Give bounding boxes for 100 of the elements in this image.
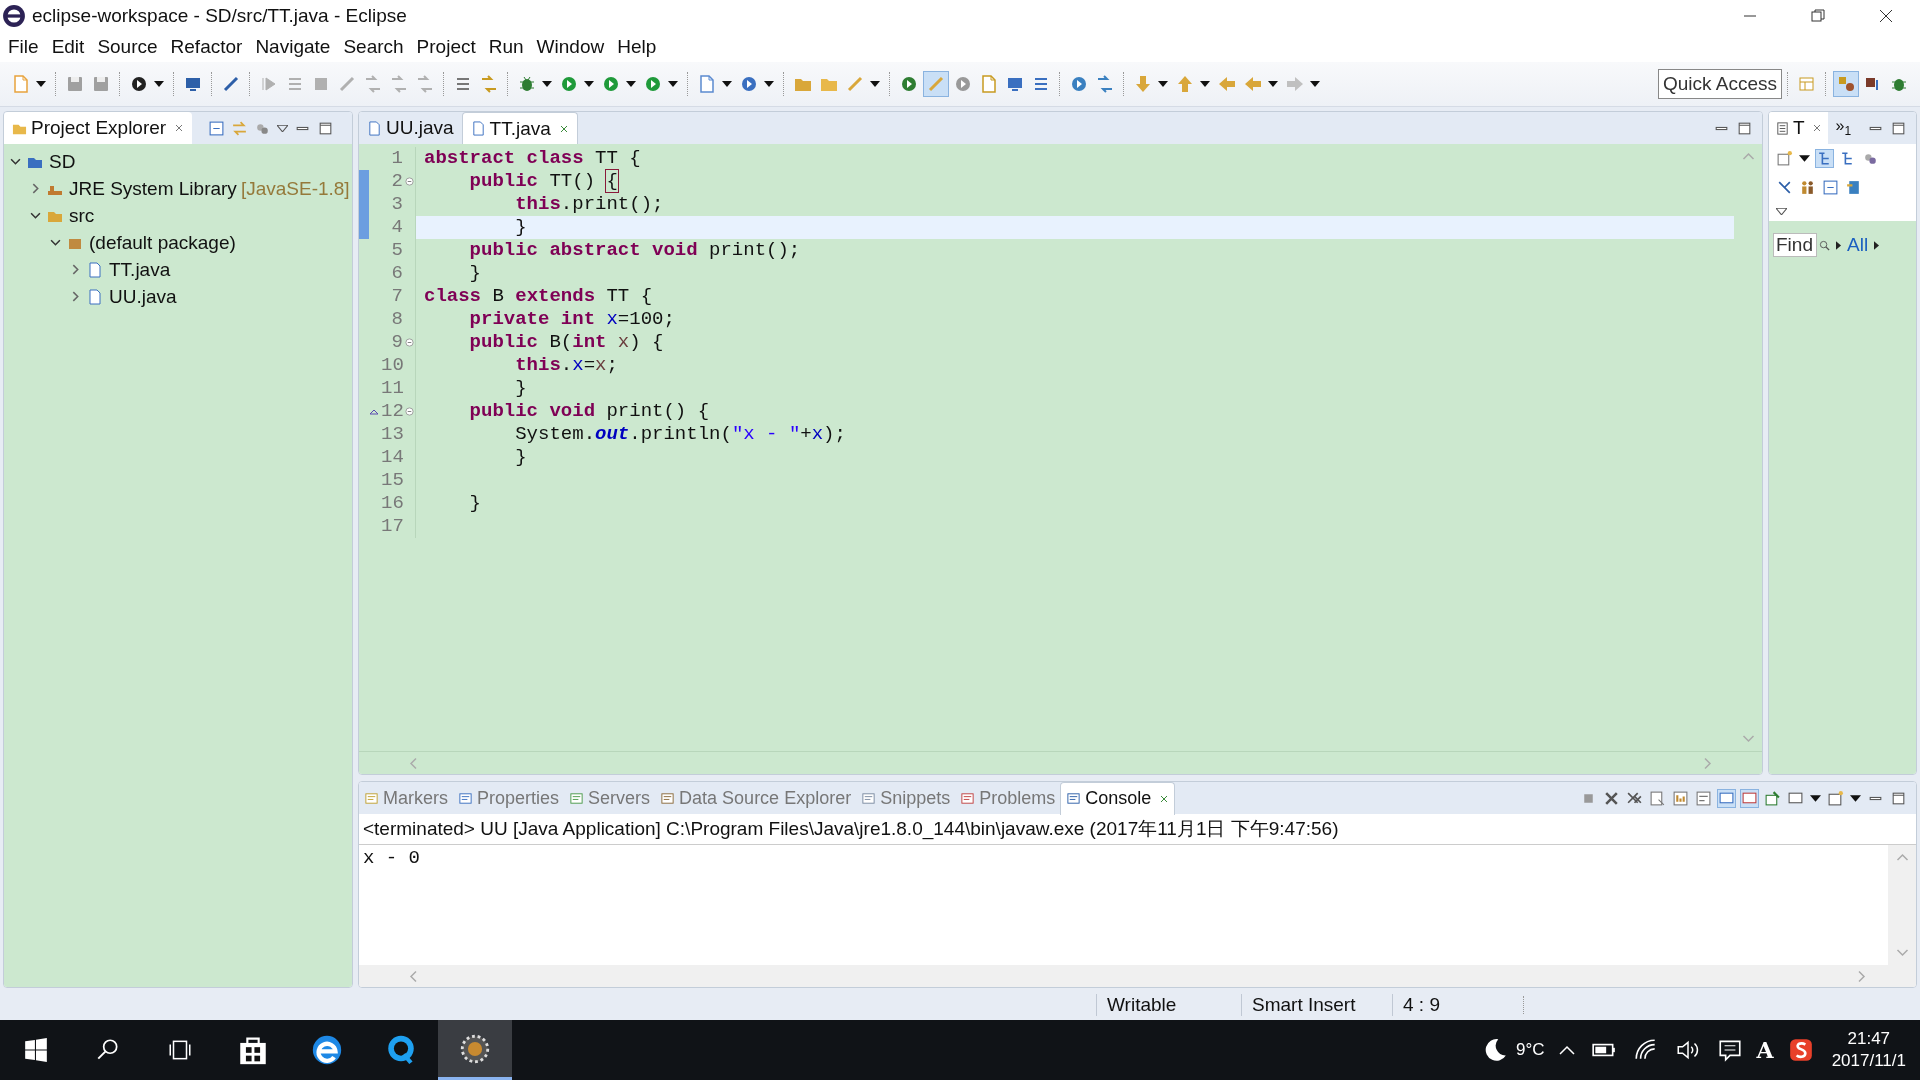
new-task-icon[interactable] [1776, 150, 1793, 167]
tree-item[interactable]: src [69, 204, 95, 227]
dropdown-caret-icon[interactable] [1200, 81, 1210, 87]
line-number: 16 [381, 492, 403, 515]
menu-item[interactable]: Edit [51, 34, 94, 60]
dropdown-caret-icon[interactable] [36, 81, 46, 87]
menu-item[interactable]: Help [617, 34, 666, 60]
dropdown-caret-icon[interactable] [1850, 794, 1861, 802]
line-number: 15 [381, 469, 403, 492]
dropdown-caret-icon[interactable] [1810, 794, 1821, 802]
view-tab[interactable]: Data Source Explorer [655, 782, 857, 814]
dropdown-caret-icon[interactable] [584, 81, 594, 87]
outline-tab[interactable]: T [1769, 112, 1828, 144]
fold-toggle-icon[interactable] [404, 338, 414, 347]
code-line: } [514, 216, 527, 239]
expander-icon[interactable] [10, 156, 21, 167]
view-tab[interactable]: Properties [453, 782, 565, 814]
all-link[interactable]: All [1847, 234, 1869, 256]
view-tab[interactable]: Problems [955, 782, 1061, 814]
view-tab[interactable]: Servers [564, 782, 656, 814]
view-tab[interactable]: Console [1060, 782, 1176, 815]
tree-item[interactable]: (default package) [89, 231, 236, 254]
line-number: 13 [381, 423, 403, 446]
close-icon[interactable] [558, 123, 569, 134]
menu-item[interactable]: File [8, 34, 48, 60]
code-line: class B extends TT { [423, 285, 653, 308]
line-number: 14 [381, 446, 403, 469]
editor-tab[interactable]: TT.java [461, 112, 578, 145]
line-number: 3 [390, 193, 403, 216]
menu-item[interactable]: Source [97, 34, 167, 60]
expander-icon[interactable] [50, 237, 61, 248]
expander-icon[interactable] [70, 264, 81, 275]
dropdown-caret-icon[interactable] [542, 81, 552, 87]
input-method-indicator[interactable]: A [1756, 1037, 1774, 1063]
console-process-label: <terminated> UU [Java Application] C:\Program Files\Java\jre1.8.0_144\bin\javaw.exe (2017年11月1日 下午9:47:56) [363, 818, 1339, 839]
dropdown-caret-icon[interactable] [1268, 81, 1278, 87]
word-wrap-icon[interactable] [1695, 789, 1712, 807]
menu-item[interactable]: Search [343, 34, 413, 60]
view-tab[interactable]: Markers [359, 782, 453, 814]
people-icon[interactable] [1799, 179, 1816, 196]
line-number: 7 [390, 285, 403, 308]
window-title: eclipse-workspace - SD/src/TT.java - Eclipse [32, 5, 407, 27]
status-field: 4 : 9 [1392, 994, 1523, 1016]
weather-temperature[interactable]: 9°C [1516, 1040, 1545, 1060]
collapse-all-icon[interactable] [1822, 179, 1839, 196]
input-method-icon[interactable] [1787, 1037, 1814, 1063]
line-number: 9 [390, 331, 403, 354]
dropdown-caret-icon[interactable] [1310, 81, 1320, 87]
dropdown-caret-icon[interactable] [626, 81, 636, 87]
editor-tab[interactable]: UU.java [359, 112, 462, 144]
fold-toggle-icon[interactable] [404, 177, 414, 186]
code-line: abstract class TT { [423, 147, 641, 170]
line-number: 11 [381, 377, 403, 400]
expander-icon[interactable] [30, 210, 41, 221]
browser-icon [310, 1033, 344, 1067]
tree-item[interactable]: TT.java [109, 258, 171, 281]
menu-item[interactable]: Project [416, 34, 485, 60]
dropdown-caret-icon[interactable] [722, 81, 732, 87]
collapse-all-icon[interactable] [208, 119, 226, 137]
hierarchy-icon[interactable] [1816, 150, 1833, 167]
dropdown-caret-icon[interactable] [668, 81, 678, 87]
clock-date[interactable]: 2017/11/1 [1831, 1050, 1906, 1072]
line-number: 2 [390, 170, 403, 193]
menu-item[interactable]: Window [536, 34, 614, 60]
dropdown-caret-icon[interactable] [870, 81, 880, 87]
view-icon [1066, 791, 1082, 806]
tree-item[interactable]: SD [49, 150, 76, 173]
dropdown-caret-icon[interactable] [154, 81, 164, 87]
view-icon [569, 790, 585, 806]
view-menu-icon[interactable] [1776, 208, 1787, 215]
find-field[interactable]: Find [1773, 233, 1817, 257]
tree-item[interactable]: JRE System Library [69, 177, 237, 200]
expander-icon[interactable] [70, 291, 81, 302]
dropdown-caret-icon[interactable] [1158, 81, 1168, 87]
close-icon[interactable] [174, 123, 185, 133]
project-explorer-tab[interactable]: Project Explorer [4, 112, 193, 144]
clock-time[interactable]: 21:47 [1847, 1028, 1891, 1050]
tree-item-decoration: [JavaSE-1.8] [240, 177, 350, 200]
quick-access-field[interactable]: Quick Access [1657, 69, 1782, 99]
code-line: public void print() { [468, 400, 710, 423]
menu-item[interactable]: Navigate [255, 34, 340, 60]
menu-item[interactable]: Run [488, 34, 533, 60]
menu-item[interactable]: Refactor [170, 34, 252, 60]
expander-icon[interactable] [30, 183, 41, 194]
play-small-icon [1874, 240, 1880, 250]
chevron-up-icon[interactable] [1558, 1045, 1575, 1055]
java-file-icon [87, 261, 103, 278]
close-icon[interactable] [1159, 793, 1170, 804]
tree-item[interactable]: UU.java [109, 285, 177, 308]
close-icon[interactable] [1811, 123, 1822, 133]
code-line: public B(int x) { [468, 331, 664, 354]
dropdown-caret-icon[interactable] [764, 81, 774, 87]
play-small-icon [1836, 240, 1841, 250]
code-line: } [468, 492, 481, 515]
fold-toggle-icon[interactable] [404, 407, 414, 416]
view-menu-icon[interactable] [277, 124, 289, 132]
status-field: Writable [1096, 994, 1241, 1016]
view-tab[interactable]: Snippets [856, 782, 956, 814]
dropdown-caret-icon[interactable] [1799, 155, 1810, 162]
more-views-button[interactable]: »$_{1}$ [1835, 117, 1852, 139]
